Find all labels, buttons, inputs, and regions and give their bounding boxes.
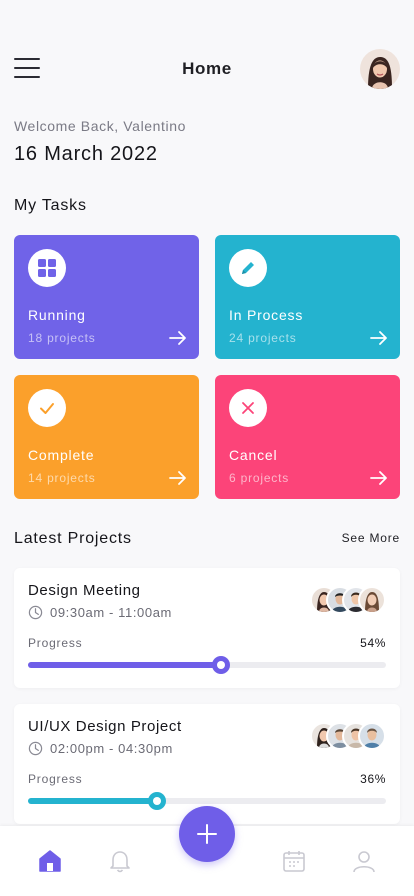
project-time: 02:00pm - 04:30pm xyxy=(50,741,173,756)
clock-icon xyxy=(28,605,43,620)
progress-percent: 54% xyxy=(360,636,386,650)
home-icon[interactable] xyxy=(37,848,63,874)
task-card-count: 6 projects xyxy=(229,471,290,485)
avatar xyxy=(358,586,386,614)
progress-label: Progress xyxy=(28,772,83,786)
task-card-complete[interactable]: Complete 14 projects xyxy=(14,375,199,499)
task-card-cancel[interactable]: Cancel 6 projects xyxy=(215,375,400,499)
task-card-label: Running xyxy=(28,307,86,323)
task-card-count: 14 projects xyxy=(28,471,96,485)
check-icon xyxy=(28,389,66,427)
see-more-link[interactable]: See More xyxy=(342,531,400,545)
progress-track xyxy=(28,792,386,810)
project-card[interactable]: Design Meeting 09:30am - 11:00am Progres… xyxy=(14,568,400,688)
task-card-label: In Process xyxy=(229,307,304,323)
app-header: Home xyxy=(0,44,414,92)
progress-track xyxy=(28,656,386,674)
calendar-icon[interactable] xyxy=(281,848,307,874)
project-name: Design Meeting xyxy=(28,582,141,599)
task-card-running[interactable]: Running 18 projects xyxy=(14,235,199,359)
arrow-right-icon xyxy=(169,331,186,345)
progress-percent: 36% xyxy=(360,772,386,786)
progress-knob[interactable] xyxy=(212,656,231,674)
add-button[interactable] xyxy=(179,806,235,862)
arrow-right-icon xyxy=(370,331,387,345)
grid-icon xyxy=(28,249,66,287)
pencil-icon xyxy=(229,249,267,287)
team-avatars xyxy=(310,586,386,614)
task-card-count: 18 projects xyxy=(28,331,96,345)
bell-icon[interactable] xyxy=(107,848,133,874)
welcome-text: Welcome Back, Valentino xyxy=(14,118,187,134)
clock-icon xyxy=(28,741,43,756)
project-time: 09:30am - 11:00am xyxy=(50,605,172,620)
progress-label: Progress xyxy=(28,636,83,650)
task-card-in-process[interactable]: In Process 24 projects xyxy=(215,235,400,359)
progress-knob[interactable] xyxy=(147,792,166,810)
progress-fill xyxy=(28,662,222,668)
user-avatar[interactable] xyxy=(360,49,400,89)
task-card-label: Complete xyxy=(28,447,95,463)
my-tasks-heading: My Tasks xyxy=(14,197,87,214)
close-icon xyxy=(229,389,267,427)
project-name: UI/UX Design Project xyxy=(28,718,182,735)
task-card-count: 24 projects xyxy=(229,331,297,345)
arrow-right-icon xyxy=(169,471,186,485)
page-title: Home xyxy=(182,59,232,78)
add-icon xyxy=(197,824,217,844)
profile-icon[interactable] xyxy=(351,848,377,874)
task-card-label: Cancel xyxy=(229,447,278,463)
team-avatars xyxy=(310,722,386,750)
avatar xyxy=(358,722,386,750)
arrow-right-icon xyxy=(370,471,387,485)
latest-projects-heading: Latest Projects xyxy=(14,530,132,547)
progress-fill xyxy=(28,798,157,804)
current-date: 16 March 2022 xyxy=(14,143,158,165)
